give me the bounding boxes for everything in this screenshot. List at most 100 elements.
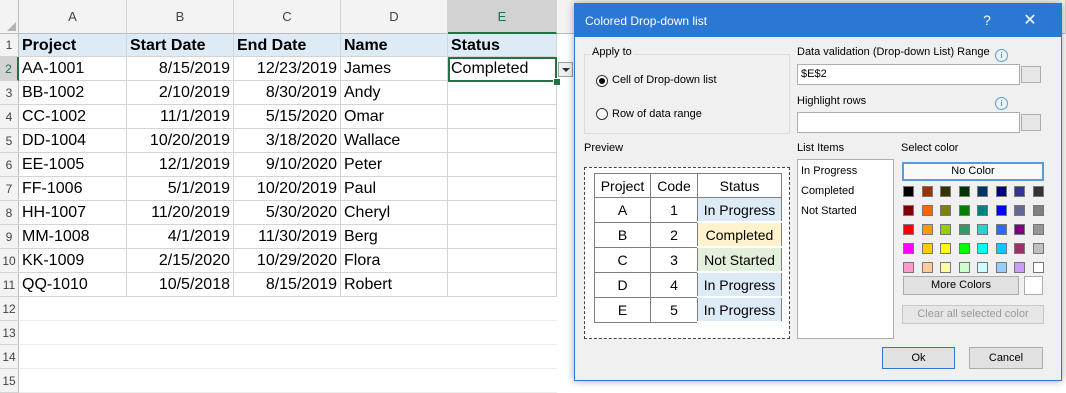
range-select-icon[interactable] xyxy=(1021,66,1041,83)
color-swatch[interactable] xyxy=(921,186,933,197)
row-header[interactable]: 3 xyxy=(0,81,19,105)
close-icon[interactable]: ✕ xyxy=(1015,4,1045,37)
list-item[interactable]: In Progress xyxy=(801,165,857,177)
color-swatch[interactable] xyxy=(995,224,1007,235)
row-header[interactable]: 12 xyxy=(0,297,19,321)
data-cell[interactable]: 11/1/2019 xyxy=(127,105,234,129)
data-cell[interactable]: Cheryl xyxy=(341,201,448,225)
color-swatch[interactable] xyxy=(903,243,914,254)
more-colors-button[interactable]: More Colors xyxy=(903,276,1019,295)
color-swatch[interactable] xyxy=(940,186,951,197)
color-swatch[interactable] xyxy=(940,224,951,235)
color-swatch[interactable] xyxy=(1032,186,1044,197)
row-header[interactable]: 5 xyxy=(0,129,19,153)
color-swatch[interactable] xyxy=(977,205,988,216)
empty-cell[interactable] xyxy=(234,321,341,345)
radio-row-of-data-range[interactable] xyxy=(596,108,608,120)
radio-cell-of-dropdown-label[interactable]: Cell of Drop-down list xyxy=(612,74,717,86)
data-cell[interactable]: 10/20/2019 xyxy=(234,177,341,201)
select-all-corner[interactable] xyxy=(0,0,19,34)
empty-cell[interactable] xyxy=(234,369,341,393)
data-cell[interactable] xyxy=(448,129,557,153)
color-swatch[interactable] xyxy=(940,243,951,254)
empty-cell[interactable] xyxy=(448,321,557,345)
column-header[interactable]: C xyxy=(234,0,341,34)
data-cell[interactable]: 10/20/2019 xyxy=(127,129,234,153)
highlight-rows-input[interactable] xyxy=(797,112,1020,133)
data-cell[interactable]: 5/15/2020 xyxy=(234,105,341,129)
data-cell[interactable]: 9/10/2020 xyxy=(234,153,341,177)
data-cell[interactable]: Peter xyxy=(341,153,448,177)
color-swatch[interactable] xyxy=(995,186,1007,197)
color-swatch[interactable] xyxy=(921,262,933,273)
data-cell[interactable]: BB-1002 xyxy=(19,81,127,105)
data-cell[interactable]: 11/30/2019 xyxy=(234,225,341,249)
data-cell[interactable]: Paul xyxy=(341,177,448,201)
empty-cell[interactable] xyxy=(127,369,234,393)
header-cell[interactable]: Project xyxy=(19,34,127,57)
color-swatch[interactable] xyxy=(977,224,988,235)
row-header[interactable]: 11 xyxy=(0,273,19,297)
header-cell[interactable]: Status xyxy=(448,34,557,57)
color-swatch[interactable] xyxy=(958,262,970,273)
color-swatch[interactable] xyxy=(977,262,988,273)
empty-cell[interactable] xyxy=(127,345,234,369)
color-swatch[interactable] xyxy=(958,186,970,197)
data-cell[interactable]: 8/15/2019 xyxy=(234,273,341,297)
data-cell[interactable] xyxy=(448,177,557,201)
empty-cell[interactable] xyxy=(19,321,127,345)
color-swatch[interactable] xyxy=(1014,205,1025,216)
color-swatch[interactable] xyxy=(1032,262,1044,273)
color-swatch[interactable] xyxy=(995,243,1007,254)
list-items-box[interactable]: In Progress Completed Not Started xyxy=(797,159,894,339)
data-cell[interactable] xyxy=(448,201,557,225)
empty-cell[interactable] xyxy=(19,345,127,369)
row-header[interactable]: 14 xyxy=(0,345,19,369)
color-swatch[interactable] xyxy=(921,224,933,235)
range-input[interactable]: $E$2 xyxy=(797,64,1020,85)
row-header[interactable]: 10 xyxy=(0,249,19,273)
data-cell[interactable] xyxy=(448,249,557,273)
radio-cell-of-dropdown[interactable] xyxy=(596,75,608,87)
color-swatch[interactable] xyxy=(903,186,914,197)
data-cell[interactable]: EE-1005 xyxy=(19,153,127,177)
data-cell[interactable]: 2/10/2019 xyxy=(127,81,234,105)
data-cell[interactable]: Andy xyxy=(341,81,448,105)
column-header[interactable]: B xyxy=(127,0,234,34)
data-cell[interactable]: 12/23/2019 xyxy=(234,57,341,81)
data-cell[interactable]: Wallace xyxy=(341,129,448,153)
row-header[interactable]: 4 xyxy=(0,105,19,129)
color-swatch[interactable] xyxy=(921,205,933,216)
data-cell[interactable]: James xyxy=(341,57,448,81)
data-cell[interactable]: FF-1006 xyxy=(19,177,127,201)
row-header[interactable]: 15 xyxy=(0,369,19,393)
row-header[interactable]: 7 xyxy=(0,177,19,201)
data-cell[interactable]: AA-1001 xyxy=(19,57,127,81)
color-swatch[interactable] xyxy=(995,205,1007,216)
data-cell[interactable]: DD-1004 xyxy=(19,129,127,153)
empty-cell[interactable] xyxy=(234,297,341,321)
data-cell[interactable] xyxy=(448,81,557,105)
data-cell[interactable]: 3/18/2020 xyxy=(234,129,341,153)
data-cell[interactable]: Omar xyxy=(341,105,448,129)
highlight-info-icon[interactable]: i xyxy=(995,97,1008,110)
data-cell[interactable]: KK-1009 xyxy=(19,249,127,273)
data-cell[interactable]: QQ-1010 xyxy=(19,273,127,297)
data-cell[interactable]: 12/1/2019 xyxy=(127,153,234,177)
header-cell[interactable]: Name xyxy=(341,34,448,57)
empty-cell[interactable] xyxy=(341,369,448,393)
data-cell[interactable]: CC-1002 xyxy=(19,105,127,129)
color-swatch[interactable] xyxy=(1014,224,1025,235)
data-cell[interactable]: 2/15/2020 xyxy=(127,249,234,273)
color-swatch[interactable] xyxy=(1014,262,1025,273)
data-cell[interactable] xyxy=(448,225,557,249)
empty-cell[interactable] xyxy=(127,297,234,321)
color-swatch[interactable] xyxy=(958,205,970,216)
empty-cell[interactable] xyxy=(448,297,557,321)
empty-cell[interactable] xyxy=(127,321,234,345)
data-cell[interactable]: 8/30/2019 xyxy=(234,81,341,105)
column-header[interactable]: D xyxy=(341,0,448,34)
empty-cell[interactable] xyxy=(234,345,341,369)
cancel-button[interactable]: Cancel xyxy=(969,347,1043,369)
column-header[interactable]: E xyxy=(448,0,557,34)
